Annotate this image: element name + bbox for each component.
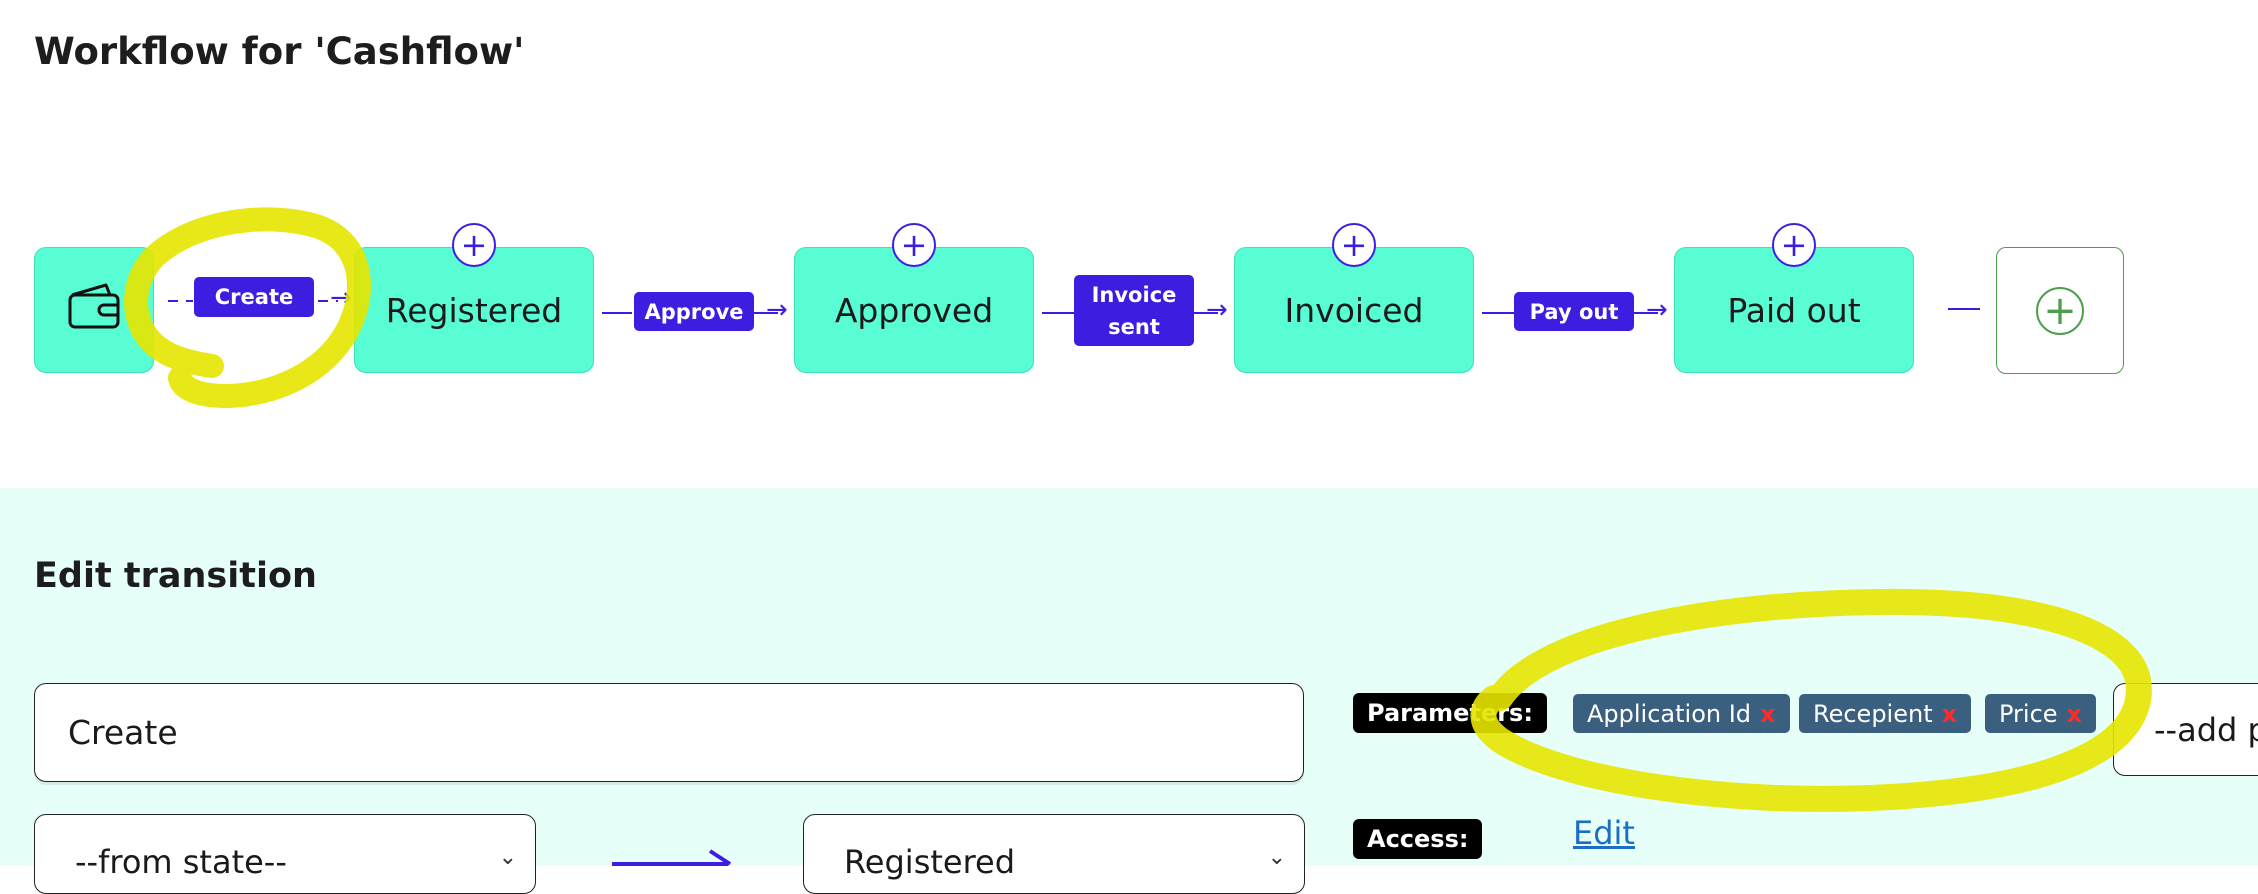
arrow-head-icon: → bbox=[766, 295, 788, 325]
chevron-down-icon: ⌄ bbox=[1267, 845, 1286, 870]
parameter-chip: Application Id x bbox=[1573, 694, 1790, 733]
edit-transition-title: Edit transition bbox=[34, 556, 317, 596]
start-state[interactable] bbox=[34, 247, 154, 373]
state-label: Approved bbox=[834, 290, 994, 330]
parameter-chip: Price x bbox=[1985, 694, 2097, 733]
state-label: Invoiced bbox=[1284, 290, 1424, 330]
invoice-connector bbox=[1042, 312, 1074, 314]
state-label: Paid out bbox=[1727, 290, 1861, 330]
arrow-head-icon: → bbox=[1206, 295, 1228, 325]
transition-approve[interactable]: Approve bbox=[634, 292, 754, 331]
add-transition-icon[interactable]: + bbox=[892, 223, 936, 267]
transition-pay-out[interactable]: Pay out bbox=[1514, 292, 1634, 331]
remove-parameter-icon[interactable]: x bbox=[1760, 700, 1775, 728]
create-connector bbox=[168, 300, 193, 302]
to-state-value: Registered bbox=[844, 843, 1016, 881]
access-edit-link[interactable]: Edit bbox=[1573, 814, 1635, 852]
new-state-connector bbox=[1948, 308, 1980, 310]
add-transition-icon[interactable]: + bbox=[452, 223, 496, 267]
to-state-select[interactable]: Registered ⌄ bbox=[803, 814, 1305, 894]
state-label: Registered bbox=[385, 290, 563, 330]
transition-invoice-sent[interactable]: Invoice sent bbox=[1074, 275, 1194, 346]
page-title: Workflow for 'Cashflow' bbox=[34, 30, 525, 73]
parameter-label: Application Id bbox=[1587, 699, 1752, 728]
access-label: Access: bbox=[1353, 819, 1483, 859]
add-transition-icon[interactable]: + bbox=[1332, 223, 1376, 267]
add-parameter-select[interactable]: --add parameter-- bbox=[2113, 683, 2258, 776]
plus-circle-icon: + bbox=[2036, 286, 2084, 335]
parameter-label: Recepient bbox=[1813, 699, 1933, 728]
from-state-select[interactable]: --from state-- ⌄ bbox=[34, 814, 536, 894]
wallet-icon bbox=[66, 281, 122, 339]
arrow-head-icon: → bbox=[330, 283, 352, 313]
transition-name-input[interactable]: Create bbox=[34, 683, 1304, 782]
remove-parameter-icon[interactable]: x bbox=[1942, 700, 1957, 728]
add-parameter-placeholder: --add parameter-- bbox=[2154, 710, 2258, 749]
edit-transition-panel bbox=[0, 488, 2258, 866]
arrow-head-icon: → bbox=[1646, 295, 1668, 325]
parameter-chip: Recepient x bbox=[1799, 694, 1972, 733]
add-state-button[interactable]: + bbox=[1996, 247, 2124, 374]
long-arrow-icon bbox=[612, 849, 732, 866]
approve-connector bbox=[602, 312, 632, 314]
from-state-value: --from state-- bbox=[75, 843, 287, 881]
add-transition-icon[interactable]: + bbox=[1772, 223, 1816, 267]
remove-parameter-icon[interactable]: x bbox=[2067, 700, 2082, 728]
parameters-label: Parameters: bbox=[1353, 693, 1547, 733]
payout-connector bbox=[1482, 312, 1514, 314]
parameter-label: Price bbox=[1999, 699, 2058, 728]
chevron-down-icon: ⌄ bbox=[498, 845, 517, 870]
transition-create[interactable]: Create bbox=[194, 277, 314, 317]
